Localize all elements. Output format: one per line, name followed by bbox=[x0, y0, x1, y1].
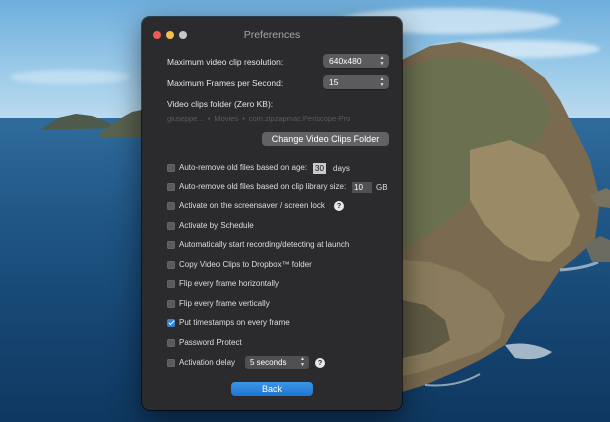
title-bar[interactable]: Preferences bbox=[142, 17, 402, 53]
checkbox-auto-remove-age[interactable] bbox=[167, 164, 175, 172]
help-icon[interactable]: ? bbox=[334, 201, 344, 211]
option-label-auto-start: Automatically start recording/detecting … bbox=[179, 240, 350, 249]
popup-arrows-icon: ▲ ▼ bbox=[379, 55, 385, 67]
checkbox-schedule[interactable] bbox=[167, 222, 175, 230]
max-fps-popup[interactable]: 15 ▲ ▼ bbox=[323, 75, 389, 89]
change-folder-button[interactable]: Change Video Clips Folder bbox=[262, 132, 389, 146]
path-segment: com.zipzapmac.Periscope-Pro bbox=[248, 114, 351, 123]
option-label-auto-remove-size: Auto-remove old files based on clip libr… bbox=[179, 182, 347, 191]
option-label-screensaver: Activate on the screensaver / screen loc… bbox=[179, 201, 325, 210]
max-fps-label: Maximum Frames per Second: bbox=[167, 78, 284, 88]
size-suffix: GB bbox=[376, 183, 388, 192]
checkbox-password[interactable] bbox=[167, 339, 175, 347]
window-title: Preferences bbox=[243, 29, 301, 41]
path-segment: giuseppe... bbox=[167, 114, 204, 123]
option-label-activation-delay: Activation delay bbox=[179, 358, 236, 367]
age-input[interactable]: 30 bbox=[313, 163, 326, 174]
checkbox-flip-vertical[interactable] bbox=[167, 300, 175, 308]
folder-path: giuseppe... • Movies • com.zipzapmac.Perisco… bbox=[167, 114, 351, 123]
checkbox-screensaver[interactable] bbox=[167, 202, 175, 210]
option-label-schedule: Activate by Schedule bbox=[179, 221, 254, 230]
option-label-dropbox: Copy Video Clips to Dropbox™ folder bbox=[179, 260, 312, 269]
checkbox-flip-horizontal[interactable] bbox=[167, 280, 175, 288]
path-segment: Movies bbox=[214, 114, 239, 123]
age-suffix: days bbox=[333, 164, 350, 173]
popup-arrows-icon: ▲ ▼ bbox=[300, 356, 305, 368]
preferences-window: Preferences Maximum video clip resolutio… bbox=[142, 17, 402, 410]
checkbox-timestamps[interactable] bbox=[167, 319, 175, 327]
checkbox-auto-start[interactable] bbox=[167, 241, 175, 249]
option-label-timestamps: Put timestamps on every frame bbox=[179, 318, 290, 327]
max-fps-value: 15 bbox=[329, 77, 339, 87]
checkbox-activation-delay[interactable] bbox=[167, 359, 175, 367]
option-label-auto-remove-age: Auto-remove old files based on age: bbox=[179, 163, 308, 172]
activation-delay-value: 5 seconds bbox=[250, 358, 287, 367]
popup-arrows-icon: ▲ ▼ bbox=[379, 76, 385, 88]
size-input[interactable]: 10 bbox=[352, 182, 372, 193]
activation-delay-popup[interactable]: 5 seconds ▲ ▼ bbox=[245, 356, 309, 369]
folder-label: Video clips folder (Zero KB): bbox=[167, 99, 274, 109]
checkbox-auto-remove-size[interactable] bbox=[167, 183, 175, 191]
checkbox-dropbox[interactable] bbox=[167, 261, 175, 269]
max-resolution-value: 640x480 bbox=[329, 56, 362, 66]
max-resolution-label: Maximum video clip resolution: bbox=[167, 57, 284, 67]
max-resolution-popup[interactable]: 640x480 ▲ ▼ bbox=[323, 54, 389, 68]
back-button[interactable]: Back bbox=[231, 382, 313, 396]
option-label-flip-horizontal: Flip every frame horizontally bbox=[179, 279, 280, 288]
help-icon[interactable]: ? bbox=[315, 358, 325, 368]
option-label-password: Password Protect bbox=[179, 338, 242, 347]
option-label-flip-vertical: Flip every frame vertically bbox=[179, 299, 270, 308]
